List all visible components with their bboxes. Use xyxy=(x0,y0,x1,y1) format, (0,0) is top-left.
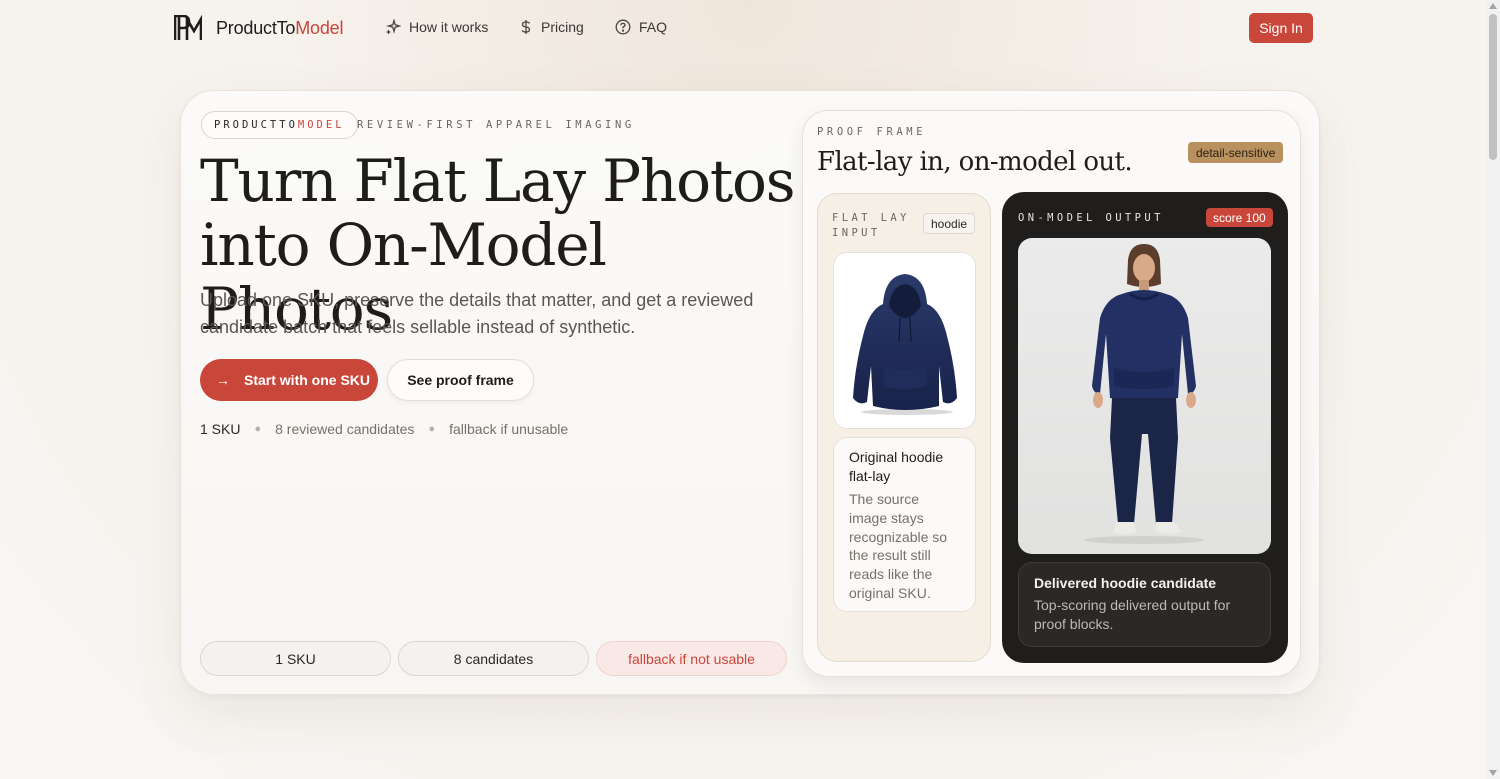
page-scrollbar[interactable] xyxy=(1486,0,1500,779)
hoodie-flatlay-illustration xyxy=(852,273,957,415)
hoodie-tag: hoodie xyxy=(923,213,976,234)
chip-candidates: 8 candidates xyxy=(398,641,589,676)
flat-lay-panel: FLAT LAY INPUT hoodie Original hoodie fl… xyxy=(817,193,991,662)
stat-item: 1 SKU xyxy=(200,421,241,437)
arrow-right-icon: → xyxy=(216,372,230,388)
flat-card-desc: The source image stays recognizable so t… xyxy=(849,491,948,601)
start-with-one-sku-button[interactable]: → Start with one SKU xyxy=(200,359,378,401)
nav-how-it-works[interactable]: How it works xyxy=(385,19,488,35)
separator-dot: ● xyxy=(254,423,262,435)
flat-lay-label: FLAT LAY INPUT xyxy=(832,212,910,239)
scroll-up-arrow-icon[interactable] xyxy=(1489,3,1497,9)
detail-sensitive-badge: detail-sensitive xyxy=(1188,142,1284,163)
nav-faq[interactable]: FAQ xyxy=(615,19,667,35)
top-nav: ProductToModel How it works Pricing FAQ … xyxy=(0,0,1486,56)
output-card-desc: Top-scoring delivered output for proof b… xyxy=(1034,597,1231,632)
brand-pill: PRODUCTTO MODEL xyxy=(201,111,358,139)
brand-name: ProductToModel xyxy=(216,17,344,38)
flat-lay-card: Original hoodie flat-lay The source imag… xyxy=(833,437,976,612)
stat-item: fallback if unusable xyxy=(449,421,569,437)
nav-link-label: FAQ xyxy=(639,19,668,35)
output-label: ON-MODEL OUTPUT xyxy=(1018,212,1164,224)
see-proof-frame-button[interactable]: See proof frame xyxy=(387,359,534,401)
score-badge: score 100 xyxy=(1206,208,1273,227)
on-model-image xyxy=(1018,238,1271,554)
help-circle-icon xyxy=(615,19,631,35)
nav-link-label: How it works xyxy=(409,19,489,35)
sign-in-button[interactable]: Sign In xyxy=(1249,13,1313,43)
chip-sku: 1 SKU xyxy=(200,641,391,676)
proof-title: Flat-lay in, on-model out. xyxy=(817,147,1133,177)
proof-frame: PROOF FRAME Flat-lay in, on-model out. d… xyxy=(802,110,1301,677)
on-model-output-panel: ON-MODEL OUTPUT score 100 Delivered hood… xyxy=(1002,192,1288,663)
hero-card: PRODUCTTO MODEL REVIEW-FIRST APPAREL IMAG… xyxy=(180,90,1320,695)
flat-lay-image xyxy=(833,252,976,429)
proof-label: PROOF FRAME xyxy=(817,126,927,138)
output-card: Delivered hoodie candidate Top-scoring d… xyxy=(1018,562,1271,647)
dollar-icon xyxy=(521,20,531,34)
output-card-title: Delivered hoodie candidate xyxy=(1034,575,1217,591)
sparkle-icon xyxy=(386,19,401,34)
separator-dot: ● xyxy=(428,423,436,435)
model-wearing-hoodie-illustration xyxy=(1084,244,1204,544)
hero-stats: 1 SKU ● 8 reviewed candidates ● fallback… xyxy=(200,421,568,437)
nav-link-label: Pricing xyxy=(541,19,584,35)
chip-fallback: fallback if not usable xyxy=(596,641,787,676)
stat-item: 8 reviewed candidates xyxy=(275,421,415,437)
scrollbar-thumb[interactable] xyxy=(1489,14,1497,160)
hero-subtitle: Upload one SKU, preserve the details tha… xyxy=(200,290,754,337)
logo-mark-icon xyxy=(174,15,202,40)
flat-card-title: Original hoodie flat-lay xyxy=(849,449,944,484)
hero-eyebrow: REVIEW-FIRST APPAREL IMAGING xyxy=(357,119,635,131)
scroll-down-arrow-icon[interactable] xyxy=(1489,770,1497,776)
brand-logo[interactable]: ProductToModel xyxy=(174,15,343,41)
nav-pricing[interactable]: Pricing xyxy=(519,19,584,35)
